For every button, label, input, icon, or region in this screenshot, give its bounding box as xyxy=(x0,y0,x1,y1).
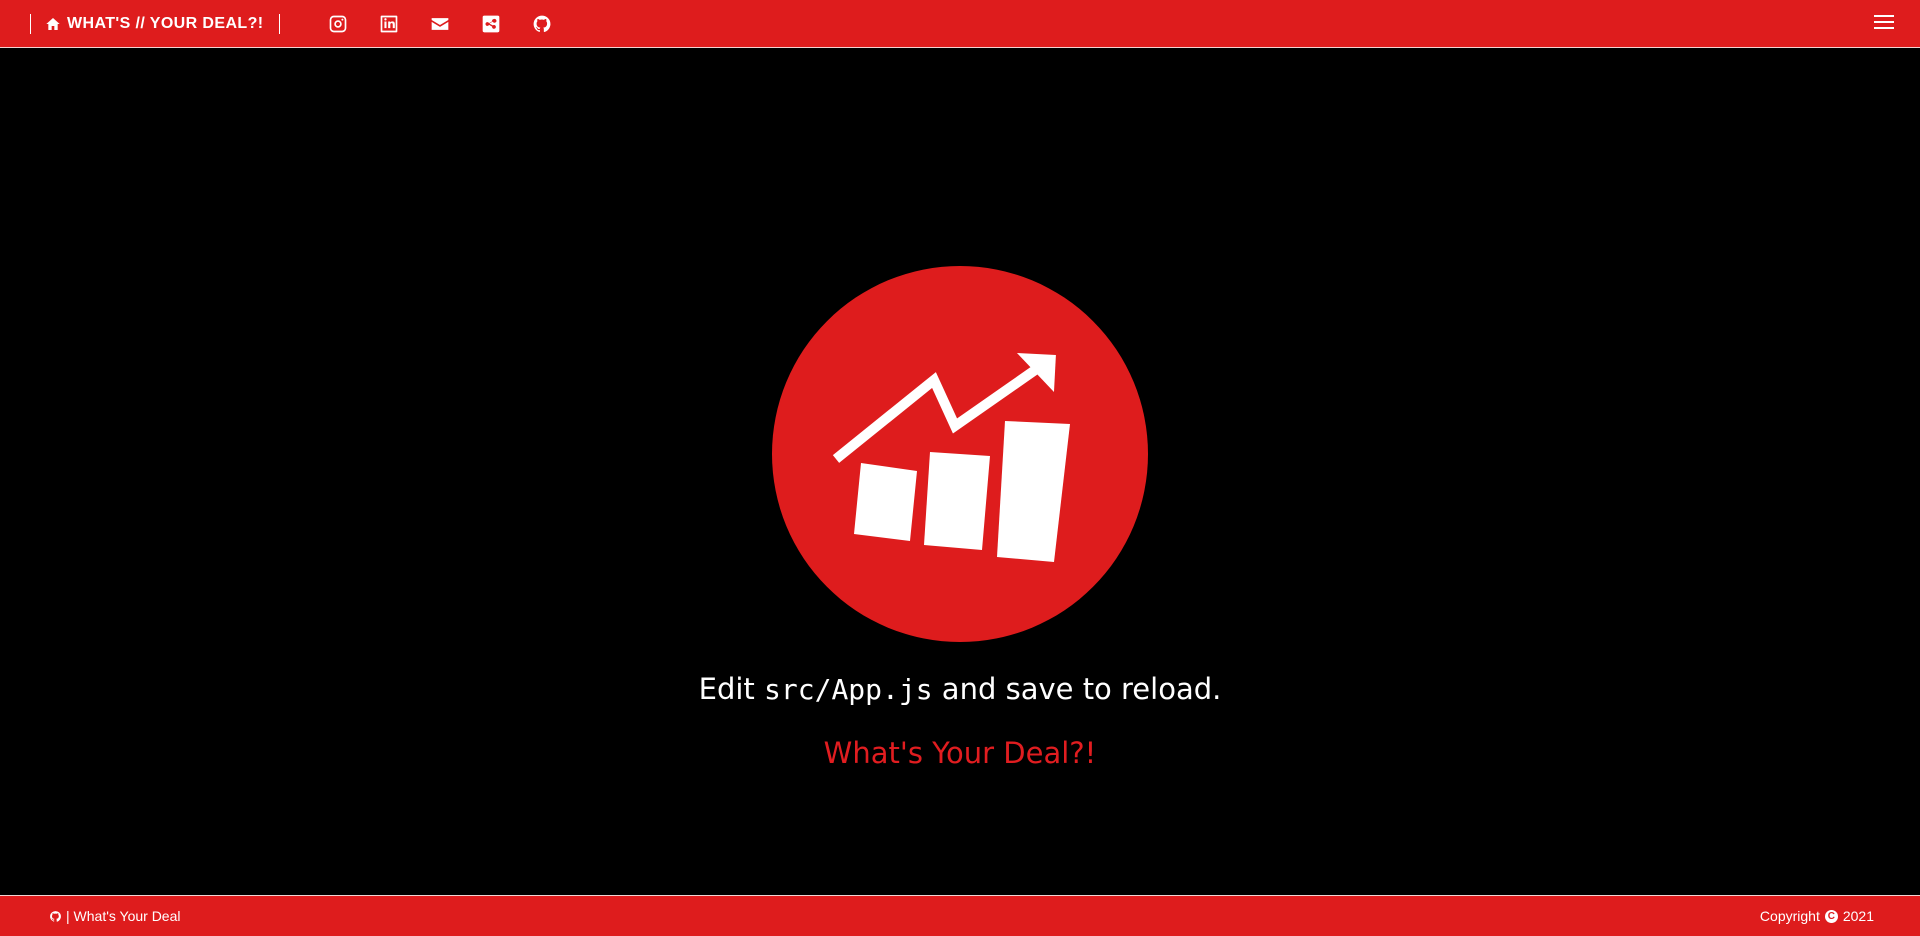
envelope-icon xyxy=(431,18,449,30)
share-link[interactable] xyxy=(479,12,503,36)
instagram-link[interactable] xyxy=(326,12,350,36)
edit-instruction: Edit src/App.js and save to reload. xyxy=(0,669,1920,710)
home-brand-link[interactable]: WHAT'S // YOUR DEAL?! xyxy=(30,14,280,34)
hamburger-menu-icon xyxy=(1874,15,1894,17)
edit-suffix: and save to reload. xyxy=(932,672,1222,706)
app-main: Edit src/App.js and save to reload. What… xyxy=(0,49,1920,895)
home-icon xyxy=(46,18,60,30)
copyright-year: 2021 xyxy=(1842,908,1874,924)
edit-prefix: Edit xyxy=(698,672,765,706)
github-link[interactable] xyxy=(530,12,554,36)
deal-link[interactable]: What's Your Deal?! xyxy=(0,733,1920,773)
brand-title: WHAT'S // YOUR DEAL?! xyxy=(67,15,264,32)
email-link[interactable] xyxy=(428,12,452,36)
copyright-label: Copyright xyxy=(1759,908,1820,924)
growth-chart-logo xyxy=(772,266,1148,642)
linkedin-link[interactable] xyxy=(377,12,401,36)
github-icon xyxy=(533,15,551,33)
footer-github-link[interactable]: | What's Your Deal xyxy=(49,908,180,924)
hamburger-line xyxy=(1874,21,1894,23)
code-path: src/App.js xyxy=(764,673,933,706)
copyright-icon: C xyxy=(1824,909,1838,923)
social-links xyxy=(326,12,581,36)
top-navbar: WHAT'S // YOUR DEAL?! xyxy=(0,0,1920,48)
footer-copyright: Copyright C 2021 xyxy=(1760,908,1874,924)
hamburger-line xyxy=(1874,27,1894,29)
footer-site-name: | What's Your Deal xyxy=(66,908,181,924)
footer: | What's Your Deal Copyright C 2021 xyxy=(0,895,1920,936)
share-icon xyxy=(482,15,500,33)
github-icon xyxy=(50,910,61,922)
menu-toggle-button[interactable] xyxy=(1872,12,1896,32)
instagram-icon xyxy=(329,15,347,33)
linkedin-icon xyxy=(380,15,398,33)
